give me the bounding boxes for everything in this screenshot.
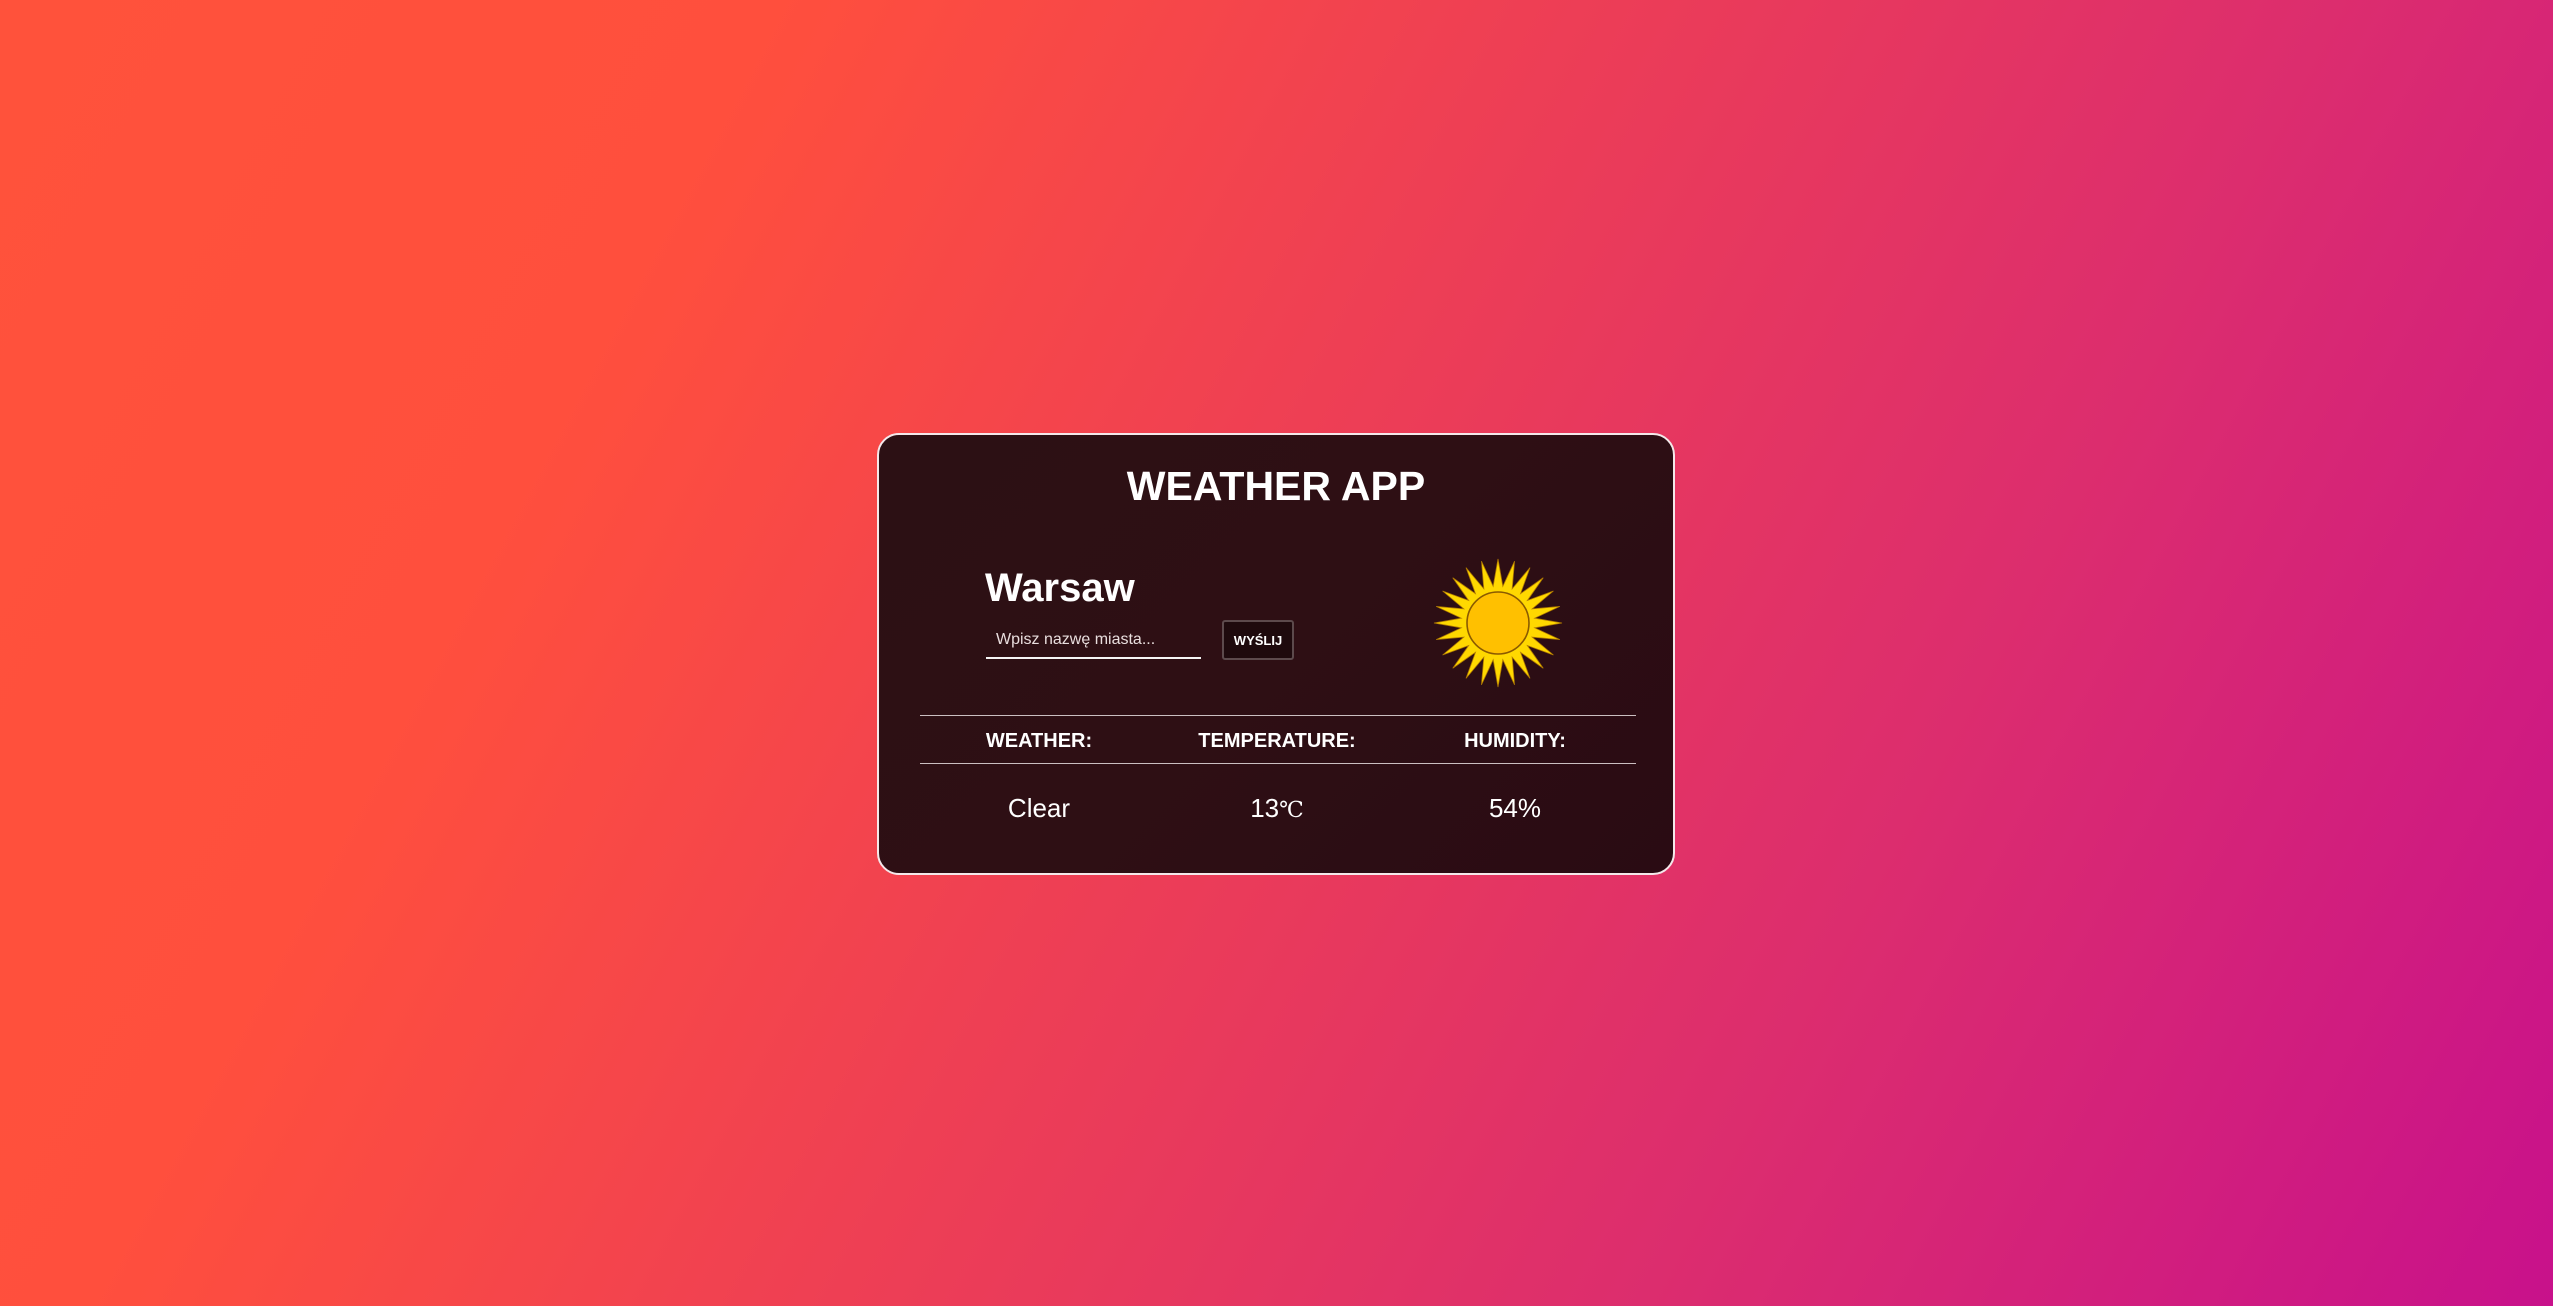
humidity-header: HUMIDITY: bbox=[1464, 730, 1566, 752]
temperature-unit: ℃ bbox=[1279, 798, 1304, 823]
weather-value: Clear bbox=[1007, 793, 1071, 823]
humidity-value: 54% bbox=[1488, 793, 1542, 823]
city-search-input[interactable] bbox=[986, 623, 1201, 659]
city-name: Warsaw bbox=[985, 566, 1135, 610]
app-title: WEATHER APP bbox=[1126, 463, 1426, 509]
sun-disc bbox=[1466, 591, 1530, 655]
temperature-number: 13 bbox=[1250, 793, 1280, 823]
temperature-header: TEMPERATURE: bbox=[1198, 730, 1356, 752]
sun-icon bbox=[1433, 558, 1563, 688]
table-header-divider bbox=[920, 763, 1636, 764]
temperature-value: 13℃ bbox=[1157, 793, 1397, 824]
table-top-divider bbox=[920, 715, 1636, 716]
weather-card: WEATHER APP Warsaw WYŚLIJ WEATHER: TEMPE… bbox=[877, 433, 1675, 875]
send-button[interactable]: WYŚLIJ bbox=[1222, 620, 1294, 660]
weather-header: WEATHER: bbox=[985, 730, 1093, 752]
